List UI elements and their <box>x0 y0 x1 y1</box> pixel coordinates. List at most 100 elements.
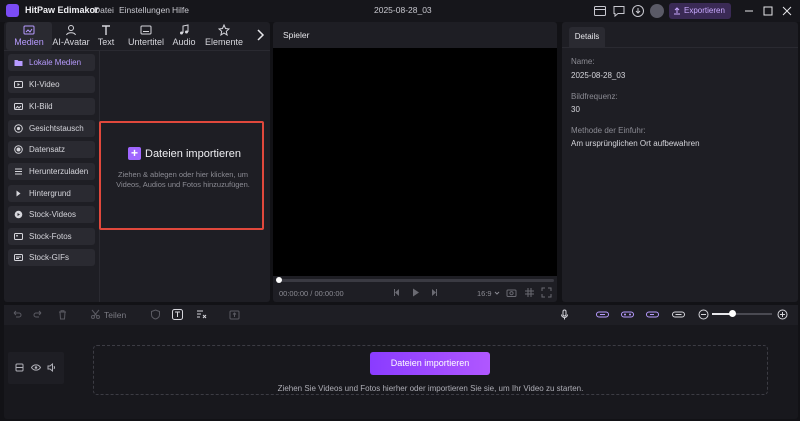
detail-name-value: 2025-08-28_03 <box>571 71 626 80</box>
sidebar-item-label: Stock-GIFs <box>29 253 70 262</box>
detail-name-label: Name: <box>571 57 595 66</box>
scrubber-handle[interactable] <box>276 277 282 283</box>
chevron-right-icon[interactable] <box>254 28 266 42</box>
current-time: 00:00:00 <box>279 289 309 298</box>
zoom-in-icon[interactable] <box>777 309 788 320</box>
sidebar-item-label: Stock-Fotos <box>29 232 72 241</box>
maximize-icon[interactable] <box>761 4 775 18</box>
feedback-icon[interactable] <box>612 4 626 18</box>
sidebar-item-label: KI-Video <box>29 80 60 89</box>
minimize-icon[interactable] <box>742 4 756 18</box>
step-back-icon[interactable] <box>392 287 403 298</box>
import-hint: Ziehen & ablegen oder hier klicken, um V… <box>116 170 250 189</box>
detail-import-method-label: Methode der Einfuhr: <box>571 126 646 135</box>
split-label[interactable]: Teilen <box>104 310 126 320</box>
sidebar-item-stock-fotos[interactable]: Stock-Fotos <box>8 228 95 245</box>
sidebar-item-hintergrund[interactable]: Hintergrund <box>8 185 95 202</box>
sidebar-item-lokale-medien[interactable]: Lokale Medien <box>8 54 95 71</box>
layout-icon[interactable] <box>593 4 607 18</box>
close-icon[interactable] <box>780 4 794 18</box>
timecode: 00:00:00 / 00:00:00 <box>279 289 344 298</box>
tab-text[interactable]: Text <box>86 22 126 50</box>
playback-scrubber[interactable] <box>277 279 554 282</box>
speaker-icon[interactable] <box>47 363 56 372</box>
details-panel <box>562 22 798 302</box>
tab-elemente-label: Elemente <box>204 37 244 47</box>
timeline-import-button[interactable]: Dateien importieren <box>370 352 490 375</box>
sidebar-item-herunterzuladen[interactable]: Herunterzuladen <box>8 163 95 180</box>
tab-elemente[interactable]: Elemente <box>202 22 246 50</box>
play-triangle-icon <box>14 189 23 198</box>
dataset-icon <box>14 145 23 154</box>
step-forward-icon[interactable] <box>428 287 439 298</box>
menu-einstellungen[interactable]: Einstellungen <box>119 5 170 15</box>
gif-icon <box>14 253 23 262</box>
magnet-snap-icon[interactable] <box>621 309 634 320</box>
download-icon[interactable] <box>631 4 645 18</box>
fullscreen-icon[interactable] <box>541 287 552 298</box>
sidebar-item-label: Datensatz <box>29 145 66 154</box>
redo-icon[interactable] <box>33 309 44 320</box>
app-logo-icon <box>6 4 19 17</box>
play-icon[interactable] <box>410 287 421 298</box>
tab-audio-label: Audio <box>172 37 196 47</box>
microphone-icon[interactable] <box>559 309 570 320</box>
tab-untertitel[interactable]: Untertitel <box>122 22 170 50</box>
subtitle-icon <box>140 24 152 36</box>
export-button[interactable]: Exportieren <box>669 3 731 19</box>
eye-icon[interactable] <box>31 363 41 372</box>
time-separator: / <box>310 289 313 298</box>
link-clips-icon[interactable] <box>596 309 609 320</box>
import-title: Dateien importieren <box>145 148 241 160</box>
track-layer-icon[interactable] <box>15 363 24 372</box>
stock-video-icon <box>14 210 23 219</box>
sidebar-item-stock-gifs[interactable]: Stock-GIFs <box>8 249 95 266</box>
tab-medien[interactable]: Medien <box>6 22 52 50</box>
shield-icon[interactable] <box>150 309 161 320</box>
text-tool-icon[interactable] <box>172 309 183 320</box>
menu-datei[interactable]: Datei <box>94 5 114 15</box>
video-icon <box>14 80 23 89</box>
tab-medien-label: Medien <box>14 37 44 47</box>
video-preview[interactable] <box>273 48 557 276</box>
grid-icon[interactable] <box>524 287 535 298</box>
sidebar-item-ki-video[interactable]: KI-Video <box>8 76 95 93</box>
menu-icon <box>14 167 23 176</box>
player-title: Spieler <box>283 30 310 40</box>
tab-text-label: Text <box>97 37 115 47</box>
ai-tools-icon[interactable] <box>196 309 207 320</box>
tab-audio[interactable]: Audio <box>164 22 204 50</box>
avatar-icon <box>65 24 77 36</box>
detail-framerate-value: 30 <box>571 105 580 114</box>
menu-hilfe[interactable]: Hilfe <box>172 5 189 15</box>
tab-details[interactable]: Details <box>569 27 605 47</box>
avatar[interactable] <box>650 4 664 18</box>
export-frame-icon[interactable] <box>229 309 240 320</box>
delete-icon[interactable] <box>57 309 68 320</box>
face-swap-icon <box>14 124 23 133</box>
sidebar-item-label: Lokale Medien <box>29 58 82 67</box>
elements-icon <box>218 24 230 36</box>
sidebar-item-datensatz[interactable]: Datensatz <box>8 141 95 158</box>
snapshot-icon[interactable] <box>506 287 517 298</box>
track-toggle-icon[interactable] <box>646 309 659 320</box>
detail-import-method-value: Am ursprünglichen Ort aufbewahren <box>571 139 700 148</box>
aspect-ratio-select[interactable]: 16:9 <box>477 289 500 298</box>
sidebar-item-stock-videos[interactable]: Stock-Videos <box>8 206 95 223</box>
audio-icon <box>178 24 190 36</box>
detail-framerate-label: Bildfrequenz: <box>571 92 618 101</box>
sidebar-item-label: Herunterzuladen <box>29 167 89 176</box>
sidebar-item-ki-bild[interactable]: KI-Bild <box>8 98 95 115</box>
sidebar-item-label: Stock-Videos <box>29 210 76 219</box>
project-title: 2025-08-28_03 <box>374 5 432 15</box>
sidebar-item-gesichtstausch[interactable]: Gesichtstausch <box>8 120 95 137</box>
folder-icon <box>14 58 23 67</box>
undo-icon[interactable] <box>11 309 22 320</box>
app-name: HitPaw Edimakor <box>25 5 99 15</box>
total-time: 00:00:00 <box>314 289 344 298</box>
zoom-out-icon[interactable] <box>698 309 709 320</box>
zoom-slider-handle[interactable] <box>729 310 736 317</box>
fit-timeline-icon[interactable] <box>672 309 685 320</box>
timeline-hint: Ziehen Sie Videos und Fotos hierher oder… <box>277 384 584 393</box>
scissors-icon[interactable] <box>90 309 101 320</box>
